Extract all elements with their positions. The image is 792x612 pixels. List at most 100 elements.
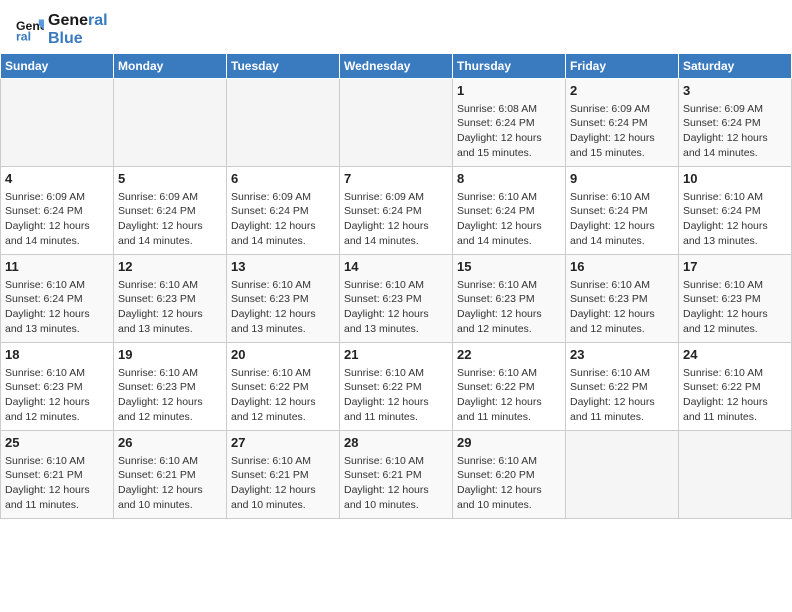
day-info: Sunrise: 6:10 AM Sunset: 6:23 PM Dayligh… <box>457 278 561 337</box>
day-number: 23 <box>570 346 674 364</box>
calendar-body: 1Sunrise: 6:08 AM Sunset: 6:24 PM Daylig… <box>1 79 792 519</box>
dow-header-friday: Friday <box>566 54 679 79</box>
calendar-cell: 25 Sunrise: 6:10 AM Sunset: 6:21 PM Dayli… <box>1 431 114 519</box>
calendar-cell <box>227 79 340 167</box>
day-info: Sunrise: 6:10 AM Sunset: 6:22 PM Dayligh… <box>570 366 674 425</box>
day-info: Sunrise: 6:10 AM Sunset: 6:21 PM Dayligh… <box>5 454 109 513</box>
day-number: 12 <box>118 258 222 276</box>
day-info: Sunrise: 6:10 AM Sunset: 6:23 PM Dayligh… <box>570 278 674 337</box>
day-number: 15 <box>457 258 561 276</box>
calendar-cell: 5Sunrise: 6:09 AM Sunset: 6:24 PM Daylig… <box>114 167 227 255</box>
day-info: Sunrise: 6:09 AM Sunset: 6:24 PM Dayligh… <box>570 102 674 161</box>
logo: Gene ral General Blue <box>16 12 108 47</box>
day-number: 27 <box>231 434 335 452</box>
calendar-table: SundayMondayTuesdayWednesdayThursdayFrid… <box>0 53 792 519</box>
logo-text-line1: General <box>48 12 108 30</box>
day-info: Sunrise: 6:10 AM Sunset: 6:21 PM Dayligh… <box>231 454 335 513</box>
day-info: Sunrise: 6:10 AM Sunset: 6:23 PM Dayligh… <box>118 278 222 337</box>
day-number: 28 <box>344 434 448 452</box>
calendar-cell: 23 Sunrise: 6:10 AM Sunset: 6:22 PM Dayli… <box>566 343 679 431</box>
calendar-cell: 28 Sunrise: 6:10 AM Sunset: 6:21 PM Dayli… <box>340 431 453 519</box>
calendar-cell: 7 Sunrise: 6:09 AM Sunset: 6:24 PM Daylig… <box>340 167 453 255</box>
calendar-cell: 13 Sunrise: 6:10 AM Sunset: 6:23 PM Dayli… <box>227 255 340 343</box>
day-info: Sunrise: 6:10 AM Sunset: 6:22 PM Dayligh… <box>231 366 335 425</box>
calendar-cell: 10Sunrise: 6:10 AM Sunset: 6:24 PM Dayli… <box>679 167 792 255</box>
day-number: 17 <box>683 258 787 276</box>
day-info: Sunrise: 6:10 AM Sunset: 6:21 PM Dayligh… <box>344 454 448 513</box>
day-info: Sunrise: 6:09 AM Sunset: 6:24 PM Dayligh… <box>5 190 109 249</box>
calendar-week-2: 4 Sunrise: 6:09 AM Sunset: 6:24 PM Daylig… <box>1 167 792 255</box>
calendar-cell: 20 Sunrise: 6:10 AM Sunset: 6:22 PM Dayli… <box>227 343 340 431</box>
day-info: Sunrise: 6:10 AM Sunset: 6:22 PM Dayligh… <box>344 366 448 425</box>
day-number: 9 <box>570 170 674 188</box>
day-number: 11 <box>5 258 109 276</box>
svg-text:ral: ral <box>16 29 31 43</box>
day-number: 21 <box>344 346 448 364</box>
dow-header-monday: Monday <box>114 54 227 79</box>
calendar-cell: 1Sunrise: 6:08 AM Sunset: 6:24 PM Daylig… <box>453 79 566 167</box>
calendar-cell: 18 Sunrise: 6:10 AM Sunset: 6:23 PM Dayli… <box>1 343 114 431</box>
day-number: 29 <box>457 434 561 452</box>
day-info: Sunrise: 6:09 AM Sunset: 6:24 PM Dayligh… <box>231 190 335 249</box>
calendar-week-5: 25 Sunrise: 6:10 AM Sunset: 6:21 PM Dayli… <box>1 431 792 519</box>
day-number: 8 <box>457 170 561 188</box>
calendar-cell: 8 Sunrise: 6:10 AM Sunset: 6:24 PM Daylig… <box>453 167 566 255</box>
calendar-cell <box>340 79 453 167</box>
day-number: 20 <box>231 346 335 364</box>
day-info: Sunrise: 6:10 AM Sunset: 6:24 PM Dayligh… <box>457 190 561 249</box>
calendar-cell: 21 Sunrise: 6:10 AM Sunset: 6:22 PM Dayli… <box>340 343 453 431</box>
day-number: 7 <box>344 170 448 188</box>
day-number: 4 <box>5 170 109 188</box>
day-info: Sunrise: 6:09 AM Sunset: 6:24 PM Dayligh… <box>683 102 787 161</box>
calendar-cell <box>566 431 679 519</box>
day-number: 26 <box>118 434 222 452</box>
day-number: 18 <box>5 346 109 364</box>
day-number: 22 <box>457 346 561 364</box>
day-number: 3 <box>683 82 787 100</box>
calendar-cell: 3 Sunrise: 6:09 AM Sunset: 6:24 PM Daylig… <box>679 79 792 167</box>
calendar-cell: 16 Sunrise: 6:10 AM Sunset: 6:23 PM Dayli… <box>566 255 679 343</box>
day-info: Sunrise: 6:10 AM Sunset: 6:22 PM Dayligh… <box>457 366 561 425</box>
dow-header-thursday: Thursday <box>453 54 566 79</box>
day-info: Sunrise: 6:10 AM Sunset: 6:24 PM Dayligh… <box>683 190 787 249</box>
dow-header-tuesday: Tuesday <box>227 54 340 79</box>
day-number: 14 <box>344 258 448 276</box>
calendar-cell: 14 Sunrise: 6:10 AM Sunset: 6:23 PM Dayli… <box>340 255 453 343</box>
calendar-cell: 29 Sunrise: 6:10 AM Sunset: 6:20 PM Dayli… <box>453 431 566 519</box>
dow-header-wednesday: Wednesday <box>340 54 453 79</box>
day-info: Sunrise: 6:08 AM Sunset: 6:24 PM Dayligh… <box>457 102 561 161</box>
calendar-cell: 24Sunrise: 6:10 AM Sunset: 6:22 PM Dayli… <box>679 343 792 431</box>
day-info: Sunrise: 6:09 AM Sunset: 6:24 PM Dayligh… <box>344 190 448 249</box>
calendar-cell: 4 Sunrise: 6:09 AM Sunset: 6:24 PM Daylig… <box>1 167 114 255</box>
calendar-cell: 15 Sunrise: 6:10 AM Sunset: 6:23 PM Dayli… <box>453 255 566 343</box>
day-info: Sunrise: 6:10 AM Sunset: 6:23 PM Dayligh… <box>344 278 448 337</box>
day-number: 25 <box>5 434 109 452</box>
calendar-cell: 22 Sunrise: 6:10 AM Sunset: 6:22 PM Dayli… <box>453 343 566 431</box>
day-info: Sunrise: 6:10 AM Sunset: 6:23 PM Dayligh… <box>683 278 787 337</box>
logo-icon: Gene ral <box>16 16 44 44</box>
calendar-cell: 2Sunrise: 6:09 AM Sunset: 6:24 PM Daylig… <box>566 79 679 167</box>
calendar-week-1: 1Sunrise: 6:08 AM Sunset: 6:24 PM Daylig… <box>1 79 792 167</box>
dow-header-saturday: Saturday <box>679 54 792 79</box>
day-info: Sunrise: 6:10 AM Sunset: 6:24 PM Dayligh… <box>570 190 674 249</box>
calendar-cell: 19 Sunrise: 6:10 AM Sunset: 6:23 PM Dayli… <box>114 343 227 431</box>
day-info: Sunrise: 6:10 AM Sunset: 6:23 PM Dayligh… <box>231 278 335 337</box>
day-info: Sunrise: 6:10 AM Sunset: 6:24 PM Dayligh… <box>5 278 109 337</box>
calendar-cell <box>1 79 114 167</box>
day-info: Sunrise: 6:10 AM Sunset: 6:23 PM Dayligh… <box>118 366 222 425</box>
day-number: 19 <box>118 346 222 364</box>
calendar-cell: 26 Sunrise: 6:10 AM Sunset: 6:21 PM Dayli… <box>114 431 227 519</box>
day-number: 13 <box>231 258 335 276</box>
calendar-cell: 12 Sunrise: 6:10 AM Sunset: 6:23 PM Dayli… <box>114 255 227 343</box>
day-info: Sunrise: 6:10 AM Sunset: 6:20 PM Dayligh… <box>457 454 561 513</box>
day-info: Sunrise: 6:10 AM Sunset: 6:23 PM Dayligh… <box>5 366 109 425</box>
calendar-cell: 11 Sunrise: 6:10 AM Sunset: 6:24 PM Dayli… <box>1 255 114 343</box>
day-number: 6 <box>231 170 335 188</box>
logo-text-line2: Blue <box>48 30 108 48</box>
dow-header-sunday: Sunday <box>1 54 114 79</box>
day-info: Sunrise: 6:10 AM Sunset: 6:21 PM Dayligh… <box>118 454 222 513</box>
day-number: 16 <box>570 258 674 276</box>
day-number: 24 <box>683 346 787 364</box>
day-info: Sunrise: 6:09 AM Sunset: 6:24 PM Dayligh… <box>118 190 222 249</box>
calendar-week-4: 18 Sunrise: 6:10 AM Sunset: 6:23 PM Dayli… <box>1 343 792 431</box>
